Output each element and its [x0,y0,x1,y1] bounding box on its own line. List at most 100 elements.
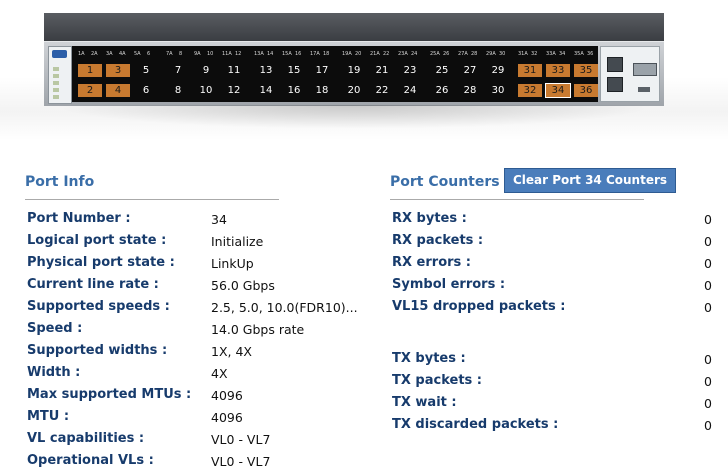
port-label: 27A [458,51,468,57]
port-12[interactable]: 12 [222,84,246,97]
counter-value: 0 [704,352,712,367]
info-value: VL0 - VL7 [211,432,271,447]
console-port[interactable] [633,63,657,76]
port-label: 3A [106,51,113,57]
port-26[interactable]: 26 [430,84,454,97]
port-28[interactable]: 28 [458,84,482,97]
info-value: 14.0 Gbps rate [211,322,305,337]
port-10[interactable]: 10 [194,84,218,97]
port-7[interactable]: 7 [166,64,190,77]
info-value: 34 [211,212,227,227]
info-label: VL capabilities : [27,431,145,446]
port-label: 32 [531,51,538,57]
info-value: Initialize [211,234,264,249]
info-label: Port Number : [27,211,131,226]
info-label: Physical port state : [27,255,175,270]
counter-label: TX packets : [392,373,482,388]
port-label: 25A [430,51,440,57]
switch-panel: 1A 2A 3A 4A 5A 6 7A 8 9A 10 11A 12 13A 14 15A 16 17A 18 19… [0,0,728,140]
status-led [53,81,59,85]
mgmt-port[interactable] [607,77,623,92]
port-label: 33A [546,51,556,57]
port-36[interactable]: 36 [574,84,598,97]
info-label: MTU : [27,409,70,424]
info-label: Current line rate : [27,277,159,292]
port-label: 23A [398,51,408,57]
port-3[interactable]: 3 [106,64,130,77]
port-8[interactable]: 8 [166,84,190,97]
vendor-logo [52,50,67,58]
port-1[interactable]: 1 [78,64,102,77]
port-label: 8 [179,51,183,57]
port-29[interactable]: 29 [486,64,510,77]
port-35[interactable]: 35 [574,64,598,77]
port-13[interactable]: 13 [254,64,278,77]
port-24[interactable]: 24 [398,84,422,97]
port-25[interactable]: 25 [430,64,454,77]
port-19[interactable]: 19 [342,64,366,77]
port-label: 5A [134,51,141,57]
usb-port[interactable] [638,87,650,92]
counter-value: 0 [704,278,712,293]
port-20[interactable]: 20 [342,84,366,97]
mgmt-port[interactable] [607,57,623,72]
port-label: 2A [91,51,98,57]
port-9[interactable]: 9 [194,64,218,77]
info-label: Operational VLs : [27,453,154,468]
port-label: 10 [207,51,214,57]
console-module [600,46,660,102]
counter-label: TX discarded packets : [392,417,559,432]
clear-counters-button[interactable]: Clear Port 34 Counters [504,168,676,193]
port-31[interactable]: 31 [518,64,542,77]
counter-label: RX packets : [392,233,484,248]
port-label: 6 [147,51,151,57]
status-led [53,95,59,99]
port-11[interactable]: 11 [222,64,246,77]
port-32[interactable]: 32 [518,84,542,97]
port-18[interactable]: 18 [310,84,334,97]
port-label: 24 [411,51,418,57]
port-label: 11A [222,51,232,57]
port-2[interactable]: 2 [78,84,102,97]
info-label: Width : [27,365,81,380]
port-label: 21A [370,51,380,57]
counter-label: TX bytes : [392,351,466,366]
port-22[interactable]: 22 [370,84,394,97]
port-info-divider [25,199,279,200]
info-value: VL0 - VL7 [211,454,271,469]
port-34[interactable]: 34 [545,83,571,98]
counter-label: RX bytes : [392,211,467,226]
port-21[interactable]: 21 [370,64,394,77]
port-label: 36 [587,51,594,57]
port-16[interactable]: 16 [282,84,306,97]
port-area: 1A 2A 3A 4A 5A 6 7A 8 9A 10 11A 12 13A 14 15A 16 17A 18 19… [72,46,598,102]
info-value: 2.5, 5.0, 10.0(FDR10)... [211,300,358,315]
counter-value: 0 [704,374,712,389]
port-label: 19A [342,51,352,57]
port-label: 30 [499,51,506,57]
port-label: 4A [119,51,126,57]
port-5[interactable]: 5 [134,64,158,77]
port-33[interactable]: 33 [546,64,570,77]
counter-value: 0 [704,212,712,227]
status-led [53,88,59,92]
counter-label: VL15 dropped packets : [392,299,566,314]
info-label: Supported speeds : [27,299,170,314]
port-17[interactable]: 17 [310,64,334,77]
chassis-top [44,13,664,41]
port-label: 29A [486,51,496,57]
port-4[interactable]: 4 [106,84,130,97]
port-30[interactable]: 30 [486,84,510,97]
port-23[interactable]: 23 [398,64,422,77]
info-value: 4X [211,366,228,381]
port-6[interactable]: 6 [134,84,158,97]
port-27[interactable]: 27 [458,64,482,77]
port-label: 9A [194,51,201,57]
port-label: 15A [282,51,292,57]
counter-value: 0 [704,396,712,411]
port-15[interactable]: 15 [282,64,306,77]
management-module [48,46,72,104]
port-label: 22 [383,51,390,57]
info-label: Logical port state : [27,233,167,248]
port-14[interactable]: 14 [254,84,278,97]
